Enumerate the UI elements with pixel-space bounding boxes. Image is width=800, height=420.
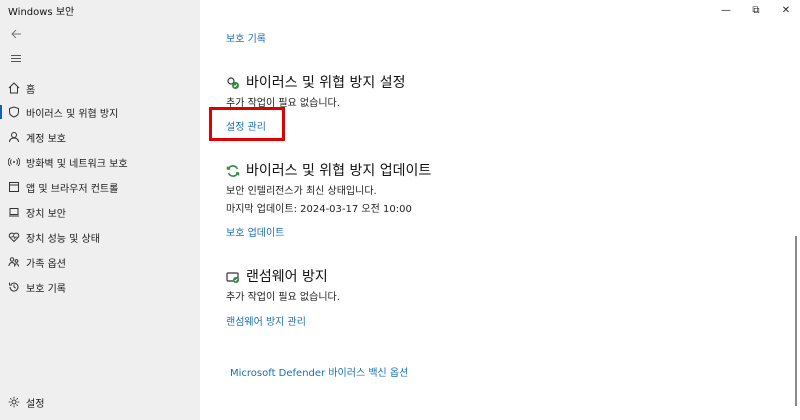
sidebar-item-label: 가족 옵션: [26, 258, 66, 270]
manage-ransomware-link[interactable]: 랜섬웨어 방지 관리: [226, 313, 306, 328]
scrollbar[interactable]: [795, 236, 797, 406]
sidebar-item-label: 장치 보안: [26, 208, 66, 220]
settings-gear-check-icon: [226, 75, 240, 89]
sidebar-item-label: 홈: [26, 84, 36, 96]
title-bar: Windows 보안 — ⧉ ✕: [0, 0, 800, 20]
sidebar-item-label: 바이러스 및 위협 방지: [26, 108, 119, 120]
last-update-text: 마지막 업데이트: 2024-03-17 오전 10:00: [226, 204, 412, 215]
section-title: 바이러스 및 위협 방지 설정: [246, 75, 406, 91]
updates-section-header: 바이러스 및 위협 방지 업데이트: [226, 160, 431, 180]
sidebar-item-label: 장치 성능 및 상태: [26, 233, 100, 245]
sidebar-item-account-protection[interactable]: 계정 보호: [0, 126, 200, 148]
heart-icon: [6, 229, 22, 245]
sidebar-item-protection-history[interactable]: 보호 기록: [0, 276, 200, 298]
home-icon: [6, 80, 22, 96]
ransomware-status-text: 추가 작업이 필요 없습니다.: [226, 292, 340, 303]
shield-icon: [6, 104, 22, 120]
sidebar-item-label: 계정 보호: [26, 133, 66, 145]
sidebar-item-firewall[interactable]: 방화벽 및 네트워크 보호: [0, 151, 200, 173]
family-icon: [6, 254, 22, 270]
gear-icon: [6, 394, 22, 410]
sidebar-item-settings[interactable]: 설정: [0, 391, 200, 413]
sidebar-item-home[interactable]: 홈: [0, 77, 200, 99]
refresh-check-icon: [226, 163, 240, 177]
sidebar-item-label: 설정: [26, 398, 45, 410]
main-content: 보호 기록 바이러스 및 위협 방지 설정 추가 작업이 필요 없습니다. 설정…: [200, 0, 790, 420]
sidebar-item-label: 방화벽 및 네트워크 보호: [26, 158, 128, 170]
settings-status-text: 추가 작업이 필요 없습니다.: [226, 98, 340, 109]
sidebar-item-label: 앱 및 브라우저 컨트롤: [26, 183, 119, 195]
windows-security-window: 홈 바이러스 및 위협 방지 계정 보호 방화벽 및 네트워크 보호 앱 및 브…: [0, 0, 800, 420]
sidebar-item-label: 보호 기록: [26, 283, 66, 295]
maximize-button[interactable]: ⧉: [741, 0, 771, 20]
settings-section-header: 바이러스 및 위협 방지 설정: [226, 72, 405, 92]
back-arrow-icon[interactable]: [8, 26, 24, 42]
section-title: 랜섬웨어 방지: [246, 269, 328, 285]
sidebar: 홈 바이러스 및 위협 방지 계정 보호 방화벽 및 네트워크 보호 앱 및 브…: [0, 0, 200, 420]
hamburger-icon[interactable]: [8, 50, 24, 66]
history-icon: [6, 279, 22, 295]
sidebar-item-app-browser-control[interactable]: 앱 및 브라우저 컨트롤: [0, 176, 200, 198]
manage-settings-link[interactable]: 설정 관리: [226, 118, 266, 133]
ransomware-section-header: 랜섬웨어 방지: [226, 266, 328, 286]
sidebar-item-device-security[interactable]: 장치 보안: [0, 201, 200, 223]
window-title: Windows 보안: [8, 7, 75, 18]
sidebar-item-family-options[interactable]: 가족 옵션: [0, 251, 200, 273]
sidebar-item-virus-protection[interactable]: 바이러스 및 위협 방지: [0, 101, 200, 123]
protection-updates-link[interactable]: 보호 업데이트: [226, 224, 284, 239]
person-icon: [6, 129, 22, 145]
laptop-icon: [6, 204, 22, 220]
updates-status-text: 보안 인텔리전스가 최신 상태입니다.: [226, 186, 377, 197]
wifi-icon: [6, 154, 22, 170]
minimize-button[interactable]: —: [711, 0, 741, 20]
ransomware-folder-icon: [226, 269, 240, 283]
close-button[interactable]: ✕: [771, 0, 800, 20]
app-window-icon: [6, 179, 22, 195]
sidebar-item-device-performance[interactable]: 장치 성능 및 상태: [0, 226, 200, 248]
section-title: 바이러스 및 위협 방지 업데이트: [246, 163, 432, 179]
protection-history-link[interactable]: 보호 기록: [226, 30, 266, 45]
defender-antivirus-options-link[interactable]: Microsoft Defender 바이러스 백신 옵션: [230, 364, 408, 379]
